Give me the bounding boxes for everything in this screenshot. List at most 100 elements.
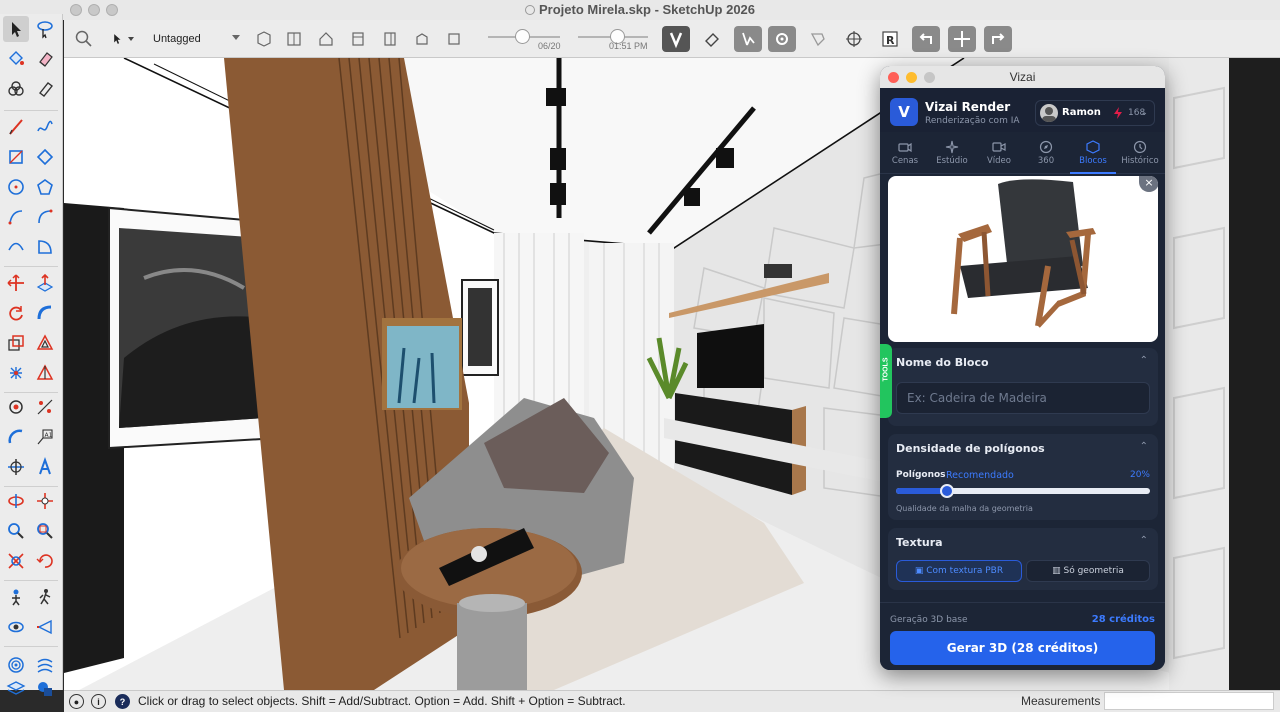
zoom-extents-tool-icon[interactable] — [3, 548, 29, 574]
minimize-window-button[interactable] — [88, 4, 100, 16]
chevron-up-icon[interactable]: ⌃ — [1140, 535, 1148, 546]
offset-tool-icon[interactable] — [32, 330, 58, 356]
rectangle-tool-icon[interactable] — [3, 144, 29, 170]
front-view-icon[interactable] — [344, 26, 372, 52]
flip-tool-icon[interactable] — [3, 360, 29, 386]
vizai-logo-icon[interactable] — [662, 26, 690, 52]
three-point-arc-tool-icon[interactable] — [3, 234, 29, 260]
move-tool-icon[interactable] — [3, 270, 29, 296]
slider-knob[interactable] — [939, 484, 954, 498]
eraser-extension-icon[interactable] — [698, 26, 726, 52]
circle-tool-icon[interactable] — [3, 174, 29, 200]
right-view-icon[interactable] — [376, 26, 404, 52]
minimize-window-button[interactable] — [906, 72, 917, 83]
line-tool-icon[interactable] — [3, 114, 29, 140]
render-r-extension-icon[interactable]: R — [876, 26, 904, 52]
close-window-button[interactable] — [70, 4, 82, 16]
tab-historico[interactable]: Histórico — [1117, 132, 1163, 174]
3d-text-tool-icon[interactable] — [32, 454, 58, 480]
lasso-select-tool-icon[interactable] — [32, 16, 58, 42]
tab-blocos[interactable]: Blocos — [1070, 132, 1116, 174]
close-icon[interactable]: × — [1139, 176, 1158, 192]
orbit-tool-icon[interactable] — [3, 488, 29, 514]
zoom-window-button[interactable] — [106, 4, 118, 16]
iso-view-icon[interactable] — [408, 26, 436, 52]
two-point-arc-tool-icon[interactable] — [32, 204, 58, 230]
move-extension-icon[interactable] — [948, 26, 976, 52]
layers-tool-icon[interactable] — [3, 676, 29, 702]
position-camera-tool-icon[interactable] — [3, 584, 29, 610]
select-tool-icon[interactable] — [3, 16, 29, 42]
tab-cenas[interactable]: Cenas — [882, 132, 928, 174]
tag-eraser-tool-icon[interactable] — [32, 76, 58, 102]
polygon-density-slider[interactable] — [896, 484, 1150, 498]
chevron-up-icon[interactable]: ⌃ — [1140, 441, 1148, 452]
vizai-panel: Vizai V Vizai Render Renderização com IA… — [880, 66, 1165, 670]
back-view-icon[interactable] — [440, 26, 468, 52]
help-icon[interactable]: ? — [115, 694, 130, 709]
tape-measure-tool-icon[interactable] — [3, 394, 29, 420]
previous-view-tool-icon[interactable] — [32, 548, 58, 574]
generate-3d-button[interactable]: Gerar 3D (28 créditos) — [890, 631, 1155, 665]
solid-tools-icon[interactable] — [32, 676, 58, 702]
sandbox-smoove-tool-icon[interactable] — [32, 652, 58, 678]
text-tool-icon[interactable]: A1 — [32, 424, 58, 450]
make-component-icon[interactable] — [250, 26, 278, 52]
tag-select[interactable]: Untagged — [148, 29, 244, 49]
tab-360[interactable]: 360 — [1023, 132, 1069, 174]
tools-side-tab[interactable]: TOOLS — [880, 344, 892, 418]
gear-extension-icon[interactable] — [768, 26, 796, 52]
look-around-tool-icon[interactable] — [3, 614, 29, 640]
info-icon[interactable]: i — [91, 694, 106, 709]
select-dropdown-button[interactable] — [104, 26, 140, 52]
measurements-input[interactable] — [1104, 692, 1274, 710]
eraser-tool-icon[interactable] — [32, 46, 58, 72]
texture-heading: Textura — [896, 536, 943, 549]
follow-me-tool-icon[interactable] — [32, 300, 58, 326]
scene-slider-knob[interactable] — [515, 29, 530, 44]
rotated-rectangle-tool-icon[interactable] — [32, 144, 58, 170]
zoom-window-button[interactable] — [924, 72, 935, 83]
pbr-texture-option[interactable]: ▣ Com textura PBR — [896, 560, 1022, 582]
geolocation-icon[interactable]: ● — [69, 694, 84, 709]
section-plane-tool-icon[interactable] — [32, 614, 58, 640]
close-window-button[interactable] — [888, 72, 899, 83]
chevron-up-icon[interactable]: ⌃ — [1140, 355, 1148, 366]
zoom-tool-icon[interactable] — [3, 518, 29, 544]
home-view-icon[interactable] — [312, 26, 340, 52]
brush-extension-icon[interactable] — [804, 26, 832, 52]
palette-separator — [4, 580, 58, 581]
section-fill-tool-icon[interactable] — [32, 360, 58, 386]
block-name-input[interactable]: Ex: Cadeira de Madeira — [896, 382, 1150, 414]
arc-tool-icon[interactable] — [3, 204, 29, 230]
walk-tool-icon[interactable] — [32, 584, 58, 610]
polygon-tool-icon[interactable] — [32, 174, 58, 200]
vizai-content[interactable]: × Nome do Bloco ⌃ Ex: Cadeira de Madeira… — [880, 174, 1165, 602]
vizai-logo-icon: V — [890, 98, 918, 126]
redo-extension-icon[interactable] — [984, 26, 1012, 52]
undo-extension-icon[interactable] — [912, 26, 940, 52]
paint-bucket-tool-icon[interactable] — [3, 46, 29, 72]
pie-tool-icon[interactable] — [32, 234, 58, 260]
search-icon[interactable] — [70, 26, 98, 52]
tab-estudio[interactable]: Estúdio — [929, 132, 975, 174]
freehand-tool-icon[interactable] — [32, 114, 58, 140]
rotate-tool-icon[interactable] — [3, 300, 29, 326]
tab-video[interactable]: Vídeo — [976, 132, 1022, 174]
dimension-tool-icon[interactable] — [32, 394, 58, 420]
pan-tool-icon[interactable] — [32, 488, 58, 514]
components-tool-icon[interactable] — [3, 76, 29, 102]
camera-icon — [898, 142, 912, 153]
wall-view-icon[interactable] — [280, 26, 308, 52]
protractor-tool-icon[interactable] — [3, 424, 29, 450]
push-pull-tool-icon[interactable] — [32, 270, 58, 296]
axes-tool-icon[interactable] — [3, 454, 29, 480]
user-menu[interactable]: Ramon 168 ⌄ — [1035, 100, 1155, 126]
target-extension-icon[interactable] — [840, 26, 868, 52]
wand-extension-icon[interactable] — [734, 26, 762, 52]
recommended-label[interactable]: Recomendado — [946, 470, 1014, 481]
geometry-only-option[interactable]: ▥ Só geometria — [1026, 560, 1150, 582]
zoom-window-tool-icon[interactable] — [32, 518, 58, 544]
sandbox-tool-icon[interactable] — [3, 652, 29, 678]
scale-tool-icon[interactable] — [3, 330, 29, 356]
